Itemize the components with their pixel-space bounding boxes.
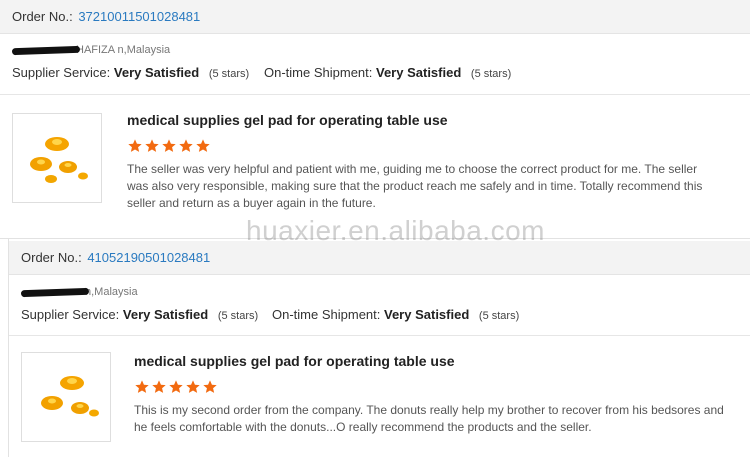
product-title[interactable]: medical supplies gel pad for operating t…: [134, 353, 455, 369]
redaction-mark: [11, 45, 81, 55]
shipment-label: On-time Shipment:: [264, 65, 373, 80]
shipment-label: On-time Shipment:: [272, 307, 381, 322]
star-icon: [203, 380, 217, 393]
redaction-mark: [20, 287, 90, 297]
shipment-value: Very Satisfied: [376, 65, 462, 80]
review-text: This is my second order from the company…: [134, 403, 724, 434]
shipment-stars: (5 stars): [470, 68, 512, 80]
star-rating: [127, 138, 212, 156]
star-icon: [196, 139, 210, 152]
star-icon: [169, 380, 183, 393]
service-ratings: Supplier Service: Very Satisfied (5 star…: [21, 307, 519, 322]
shipment-stars: (5 stars): [478, 310, 520, 322]
review-card: Order No.: 41052190501028481 n,Malaysia …: [8, 238, 750, 457]
supplier-service-value: Very Satisfied: [113, 65, 200, 80]
product-thumbnail[interactable]: [21, 352, 111, 442]
shipment-value: Very Satisfied: [384, 307, 470, 322]
star-icon: [179, 139, 193, 152]
review-text: The seller was very helpful and patient …: [127, 162, 703, 210]
product-thumbnail[interactable]: [12, 113, 102, 203]
review-card: Order No.: 37210011501028481 HAFIZA n,Ma…: [0, 0, 750, 239]
star-icon: [135, 380, 149, 393]
star-rating: [134, 379, 219, 397]
star-icon: [128, 139, 142, 152]
watermark: huaxier.en.alibaba.com: [246, 215, 545, 246]
star-icon: [186, 380, 200, 393]
service-ratings: Supplier Service: Very Satisfied (5 star…: [12, 65, 511, 80]
gel-pad-image: [30, 137, 88, 183]
order-number-link[interactable]: 41052190501028481: [87, 250, 210, 265]
divider: [0, 94, 750, 95]
star-icon: [145, 139, 159, 152]
order-number-link[interactable]: 37210011501028481: [78, 9, 200, 24]
order-label: Order No.:: [12, 9, 73, 24]
star-icon: [152, 380, 166, 393]
buyer-name: HAFIZA n,Malaysia: [11, 44, 170, 56]
supplier-service-label: Supplier Service:: [12, 65, 111, 80]
divider: [9, 335, 750, 336]
order-bar: Order No.: 37210011501028481: [0, 0, 750, 34]
buyer-name: n,Malaysia: [20, 286, 138, 298]
supplier-service-label: Supplier Service:: [21, 307, 120, 322]
star-icon: [162, 139, 176, 152]
supplier-service-stars: (5 stars): [208, 68, 250, 80]
product-title[interactable]: medical supplies gel pad for operating t…: [127, 112, 448, 128]
order-label: Order No.:: [21, 250, 82, 265]
supplier-service-value: Very Satisfied: [122, 307, 209, 322]
gel-pad-image: [41, 376, 99, 417]
supplier-service-stars: (5 stars): [217, 310, 259, 322]
